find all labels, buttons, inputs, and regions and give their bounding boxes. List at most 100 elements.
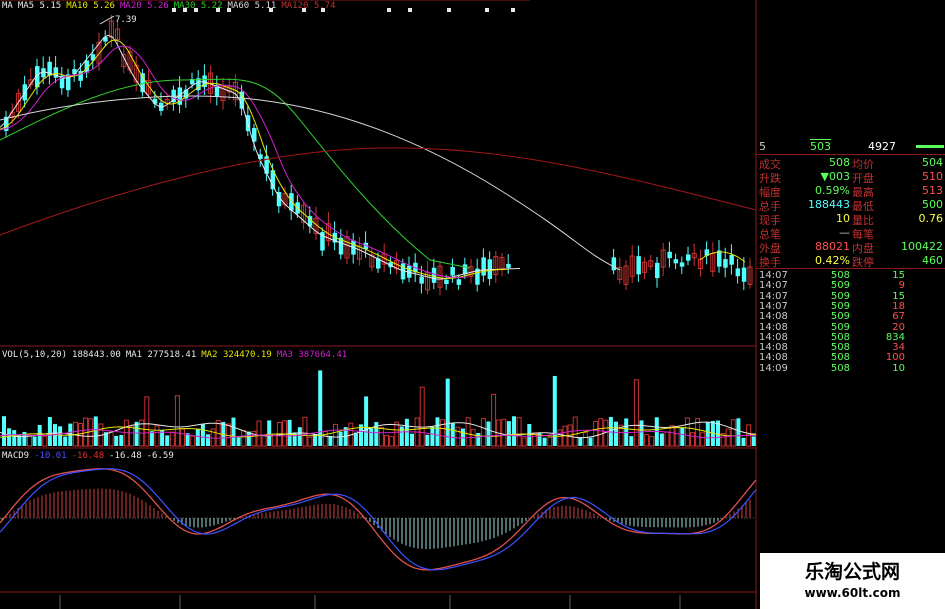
quote-row: 换手 0.42% 跌停 460 [756,254,945,269]
volume-bar [674,426,680,447]
volume-bar [307,436,313,447]
candle-body [729,255,734,265]
volume-bar [2,416,6,446]
tick-row[interactable]: 14:07 509 15 [756,291,945,302]
vol-legend-item: MA3 387664.41 [276,350,348,360]
volume-bar [174,395,180,447]
watermark-url: www.60lt.com [804,586,901,600]
candle-body [679,262,685,267]
volume-bar [384,434,389,447]
volume-pane[interactable] [0,370,757,447]
tick-row[interactable]: 14:08 508 834 [756,332,945,343]
volume-bar [78,423,83,447]
volume-bar [144,396,150,447]
volume-bar [680,427,685,446]
tick-row[interactable]: 14:07 509 9 [756,280,945,291]
quote-v1: 188443 [808,198,850,211]
quote-v1: 508 [829,156,850,169]
ma-legend-item: MA10 5.26 [66,1,115,11]
ma-legend-item: MA120 5.74 [281,1,336,11]
volume-bar [593,420,599,447]
quote-row: 总手 188443 最低 500 [756,198,945,213]
tick-time: 14:09 [759,362,788,374]
quote-row: 幅度 0.59% 最高 513 [756,184,945,199]
macd-pane[interactable] [0,468,757,571]
volume-bar [450,422,455,446]
tick-row[interactable]: 14:08 509 67 [756,311,945,322]
quote-v1: 88021 [815,240,850,253]
tick-row[interactable]: 14:07 508 15 [756,270,945,281]
volume-bar [659,433,664,446]
volume-bar [730,419,736,447]
volume-bar [338,431,343,446]
volume-bar [333,423,338,447]
quote-row: 成交 508 均价 504 [756,156,945,171]
quote-v1: 0.42% [815,254,850,267]
volume-bar [506,421,511,446]
candle-body [636,256,641,275]
volume-bar [669,425,675,447]
volume-bar [552,375,557,446]
time-axis [59,595,681,609]
volume-bar [364,396,369,446]
volume-bar [700,432,706,447]
ma-legend: MA MA5 5.15 MA10 5.26 MA20 5.26 MA30 5.22 MA6… [2,1,341,11]
quote-v2: 504 [922,156,943,169]
quote-v1: 0.59% [815,184,850,197]
ma120-line [0,147,757,236]
volume-bar [328,435,333,446]
tick-row[interactable]: 14:08 508 100 [756,352,945,363]
volume-bar [480,418,486,447]
candle-body [735,268,741,277]
volume-bar [684,417,690,447]
watermark: 乐淘公式网 www.60lt.com [760,553,945,609]
volume-bar [445,378,450,446]
volume-bar [705,421,710,446]
volume-bar [378,426,384,447]
top-marker [387,8,391,12]
quote-row: 总笔 — 每笔 [756,226,945,241]
ma-legend-item: MA [2,1,13,11]
volume-bar [114,435,119,446]
volume-bar [47,417,52,446]
volume-bar [455,426,461,447]
volume-bar [633,379,639,447]
candlestick-pane[interactable]: 7.39 [0,14,757,296]
volume-bar [521,437,527,447]
candle-body [673,259,679,264]
quote-v2: 500 [922,198,943,211]
candle-body [741,267,747,282]
vol-legend-item: VOL(5,10,20) [2,350,68,360]
volume-bar [725,428,731,447]
tick-row[interactable]: 14:08 509 20 [756,322,945,333]
candle-body [431,267,437,283]
macd-legend-item: -6.59 [146,451,174,461]
volume-bar [465,417,471,447]
volume-bar [736,418,741,446]
tick-row[interactable]: 14:08 508 34 [756,342,945,353]
volume-bar [664,431,670,447]
quote-header-c: 4927 [868,140,896,153]
volume-bar [435,417,440,446]
quote-v2: 513 [922,184,943,197]
volume-bar [614,421,618,446]
tick-row[interactable]: 14:09 508 10 [756,362,945,374]
quote-header-bar [916,145,944,148]
macd-legend-item: -16.48 [71,451,105,461]
tick-row[interactable]: 14:07 509 18 [756,301,945,312]
quote-row: 现手 10 量比 0.76 [756,212,945,227]
volume-bar [369,428,374,446]
tick-divider [756,268,945,269]
macd-legend: MACD9 -10.01 -16.48 -16.48 -6.59 [2,451,179,461]
volume-bar [63,436,68,446]
volume-bar [486,421,491,446]
quote-row: 外盘 88021 内盘 100422 [756,240,945,255]
volume-bar [231,417,236,446]
price-high-label: 7.39 [115,15,137,25]
volume-bar [404,418,409,446]
volume-bar [241,430,247,447]
volume-bar [287,419,292,446]
volume-bar [42,435,48,447]
ma30-line [0,78,471,269]
macd-legend-item: -16.48 [109,451,142,461]
